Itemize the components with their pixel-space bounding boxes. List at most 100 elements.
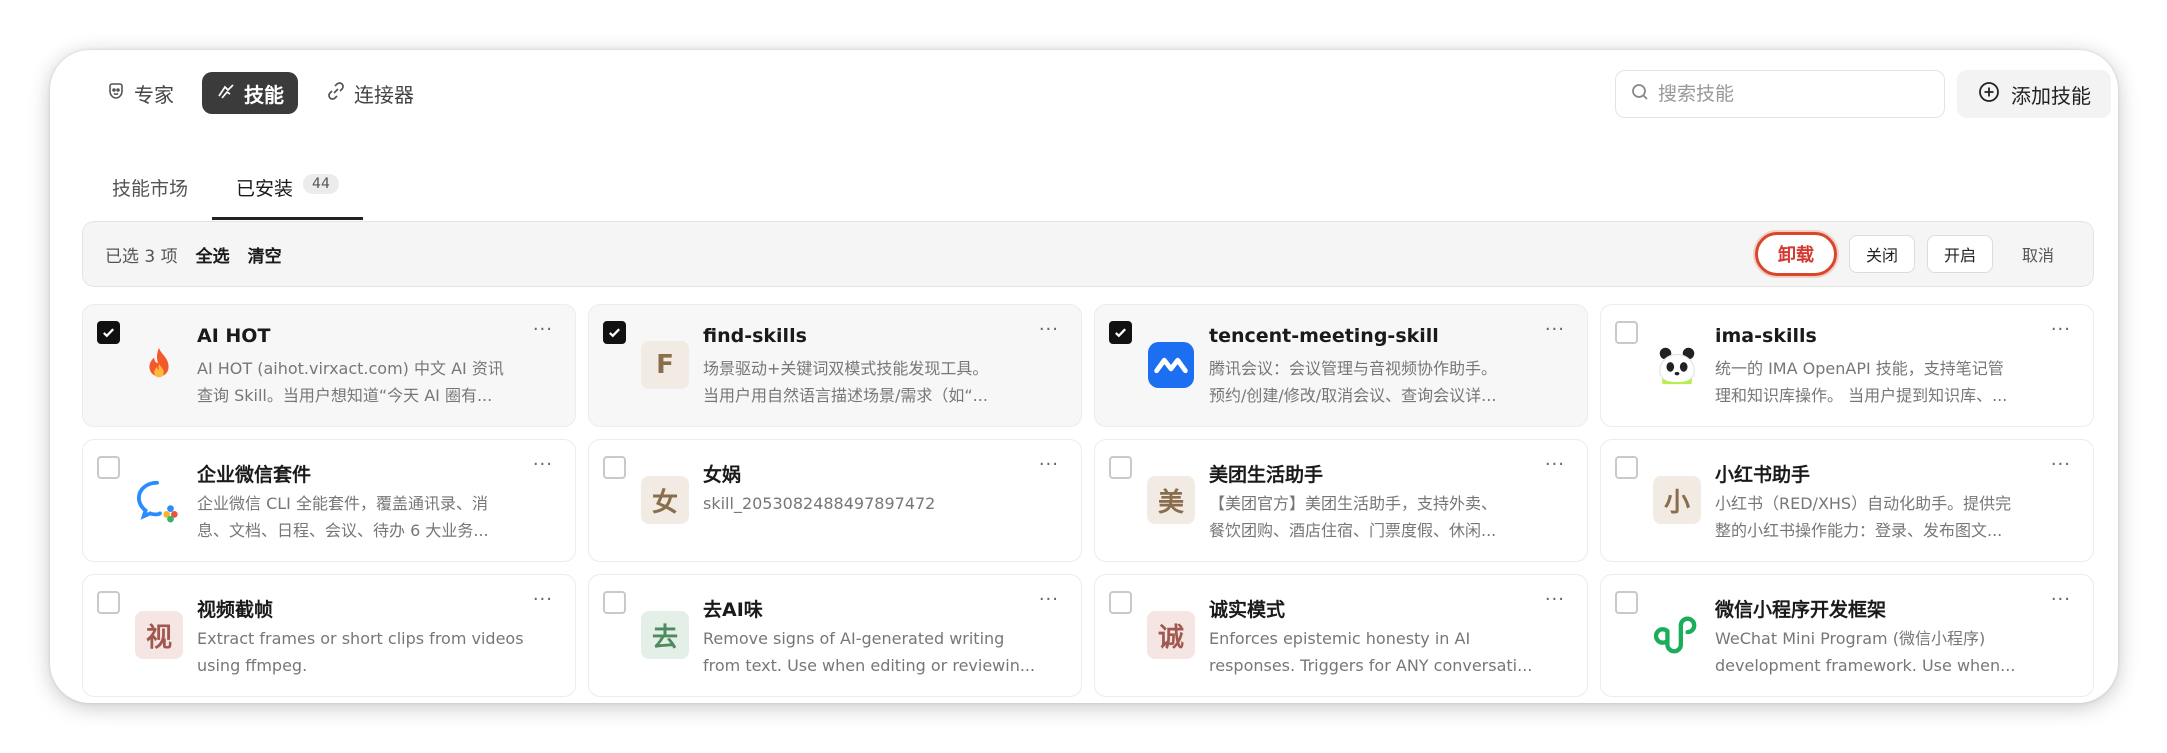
- nav-skill[interactable]: 技能: [202, 72, 298, 114]
- skill-name: 小红书助手: [1715, 464, 1811, 486]
- checkbox[interactable]: [603, 591, 626, 614]
- clear-selection-button[interactable]: 清空: [248, 242, 282, 267]
- skill-card[interactable]: AI HOT AI HOT (aihot.virxact.com) 中文 AI 资…: [82, 304, 576, 427]
- checkbox-checked[interactable]: [603, 321, 626, 344]
- checkbox[interactable]: [97, 591, 120, 614]
- checkbox[interactable]: [1109, 456, 1132, 479]
- skill-description: Extract frames or short clips from video…: [197, 625, 537, 679]
- checkbox[interactable]: [1615, 321, 1638, 344]
- checkbox-checked[interactable]: [97, 321, 120, 344]
- skill-description: WeChat Mini Program (微信小程序) development f…: [1715, 625, 2055, 679]
- skill-card[interactable]: ima-skills 统一的 IMA OpenAPI 技能，支持笔记管 理和知识库操…: [1600, 304, 2094, 427]
- skill-card[interactable]: 小小红书助手小红书（RED/XHS）自动化助手。提供完 整的小红书操作能力：登录、…: [1600, 439, 2094, 562]
- nav-connector-label: 连接器: [354, 82, 414, 107]
- skill-description: 场景驱动+关键词双模式技能发现工具。 当用户用自然语言描述场景/需求（如“...: [703, 355, 1043, 409]
- skill-card[interactable]: 微信小程序开发框架 WeChat Mini Program (微信小程序) deve…: [1600, 574, 2094, 697]
- more-options-icon[interactable]: ···: [1545, 454, 1565, 475]
- select-all-button[interactable]: 全选: [196, 242, 230, 267]
- enable-button[interactable]: 开启: [1926, 235, 1993, 273]
- link-icon: [326, 81, 346, 106]
- add-skill-button[interactable]: 添加技能: [1957, 70, 2111, 118]
- wechat-miniprogram-icon: [1653, 611, 1701, 659]
- check-icon: [103, 328, 114, 338]
- skill-description: Remove signs of AI-generated writing from…: [703, 625, 1043, 679]
- skill-card[interactable]: 诚诚实模式 Enforces epistemic honesty in AI res…: [1094, 574, 1588, 697]
- skill-description-line: 小红书（RED/XHS）自动化助手。提供完: [1715, 494, 2012, 513]
- skill-description-line: 查询 Skill。当用户想知道“今天 AI 圈有...: [197, 386, 493, 405]
- skill-card[interactable]: 女女娲 skill_2053082488497897472 ···: [588, 439, 1082, 562]
- letter-cheng-icon: 诚: [1147, 611, 1195, 659]
- skill-grid: AI HOT AI HOT (aihot.virxact.com) 中文 AI 资…: [82, 304, 2094, 697]
- skill-description: Enforces epistemic honesty in AI response…: [1209, 625, 1549, 679]
- skill-description-line: 企业微信 CLI 全能套件，覆盖通讯录、消: [197, 494, 488, 513]
- cancel-button[interactable]: 取消: [2005, 235, 2071, 273]
- skill-description: skill_2053082488497897472: [703, 490, 1043, 544]
- skill-description: 企业微信 CLI 全能套件，覆盖通讯录、消 息、文档、日程、会议、待办 6 大业务…: [197, 490, 537, 544]
- more-options-icon[interactable]: ···: [533, 454, 553, 475]
- skill-card[interactable]: tencent-meeting-skill 腾讯会议：会议管理与音视频协作助手。预…: [1094, 304, 1588, 427]
- more-options-icon[interactable]: ···: [2051, 589, 2071, 610]
- skill-description-line: using ffmpeg.: [197, 656, 308, 675]
- skill-card[interactable]: 去去AI味 Remove signs of AI-generated writin…: [588, 574, 1082, 697]
- fire-icon: [135, 341, 183, 389]
- checkbox[interactable]: [1109, 591, 1132, 614]
- skill-description: 【美团官方】美团生活助手，支持外卖、 餐饮团购、酒店住宿、门票度假、休闲...: [1209, 490, 1549, 544]
- more-options-icon[interactable]: ···: [2051, 319, 2071, 340]
- skill-description-line: Enforces epistemic honesty in AI: [1209, 629, 1471, 648]
- skill-name: AI HOT: [197, 325, 271, 347]
- nav-expert-label: 专家: [134, 82, 174, 107]
- tab-market-label: 技能市场: [112, 178, 189, 200]
- more-options-icon[interactable]: ···: [1039, 319, 1059, 340]
- skill-name: 去AI味: [703, 599, 763, 621]
- checkbox-checked[interactable]: [1109, 321, 1132, 344]
- selection-bar: 已选 3 项 全选 清空 卸载 关闭 开启 取消: [82, 221, 2094, 287]
- installed-count-badge: 44: [303, 174, 339, 194]
- search-input[interactable]: [1658, 83, 1928, 105]
- skill-description: 腾讯会议：会议管理与音视频协作助手。 预约/创建/修改/取消会议、查询会议详...: [1209, 355, 1549, 409]
- tab-market[interactable]: 技能市场: [88, 170, 212, 220]
- check-icon: [1115, 328, 1126, 338]
- skill-description-line: 统一的 IMA OpenAPI 技能，支持笔记管: [1715, 359, 2004, 378]
- letter-nv-icon: 女: [641, 476, 689, 524]
- skill-name: find-skills: [703, 325, 807, 347]
- more-options-icon[interactable]: ···: [1545, 589, 1565, 610]
- more-options-icon[interactable]: ···: [2051, 454, 2071, 475]
- skill-description: 统一的 IMA OpenAPI 技能，支持笔记管 理和知识库操作。 当用户提到知识…: [1715, 355, 2055, 409]
- disable-button[interactable]: 关闭: [1848, 235, 1915, 273]
- letter-xiao-icon: 小: [1653, 476, 1701, 524]
- selection-actions: 卸载 关闭 开启 取消: [1754, 232, 2071, 276]
- more-options-icon[interactable]: ···: [533, 319, 553, 340]
- tab-installed[interactable]: 已安装 44: [212, 170, 363, 220]
- search-icon: [1630, 82, 1650, 106]
- checkbox[interactable]: [97, 456, 120, 479]
- nav-connector[interactable]: 连接器: [312, 72, 428, 114]
- more-options-icon[interactable]: ···: [533, 589, 553, 610]
- checkbox[interactable]: [603, 456, 626, 479]
- plus-circle-icon: [1977, 80, 2001, 109]
- skill-description-line: 餐饮团购、酒店住宿、门票度假、休闲...: [1209, 521, 1497, 540]
- nav-expert[interactable]: 专家: [92, 72, 188, 114]
- checkbox[interactable]: [1615, 456, 1638, 479]
- skill-name: ima-skills: [1715, 325, 1817, 347]
- skill-card[interactable]: 视视频截帧 Extract frames or short clips from …: [82, 574, 576, 697]
- skill-description-line: 息、文档、日程、会议、待办 6 大业务...: [197, 521, 489, 540]
- tab-bar: 技能市场 已安装 44: [88, 170, 363, 220]
- skills-window: 专家 技能 连接器 添加技能 技能市场 已安装: [50, 50, 2118, 703]
- skill-name: 诚实模式: [1209, 599, 1286, 621]
- skill-description-line: Remove signs of AI-generated writing: [703, 629, 1005, 648]
- skill-description-line: 【美团官方】美团生活助手，支持外卖、: [1209, 494, 1498, 513]
- skill-name: 微信小程序开发框架: [1715, 599, 1887, 621]
- skill-description-line: 预约/创建/修改/取消会议、查询会议详...: [1209, 386, 1497, 405]
- more-options-icon[interactable]: ···: [1039, 454, 1059, 475]
- more-options-icon[interactable]: ···: [1545, 319, 1565, 340]
- skill-description: 小红书（RED/XHS）自动化助手。提供完 整的小红书操作能力：登录、发布图文..…: [1715, 490, 2055, 544]
- skill-card[interactable]: Ffind-skills 场景驱动+关键词双模式技能发现工具。 当用户用自然语言描述…: [588, 304, 1082, 427]
- more-options-icon[interactable]: ···: [1039, 589, 1059, 610]
- skill-card[interactable]: 企业微信套件 企业微信 CLI 全能套件，覆盖通讯录、消 息、文档、日程、会议、待办…: [82, 439, 576, 562]
- add-skill-label: 添加技能: [2011, 83, 2091, 108]
- search-box[interactable]: [1615, 70, 1945, 118]
- checkbox[interactable]: [1615, 591, 1638, 614]
- uninstall-button[interactable]: 卸载: [1754, 232, 1837, 276]
- skill-card[interactable]: 美美团生活助手 【美团官方】美团生活助手，支持外卖、 餐饮团购、酒店住宿、门票度假、…: [1094, 439, 1588, 562]
- skill-description-line: responses. Triggers for ANY conversati..…: [1209, 656, 1533, 675]
